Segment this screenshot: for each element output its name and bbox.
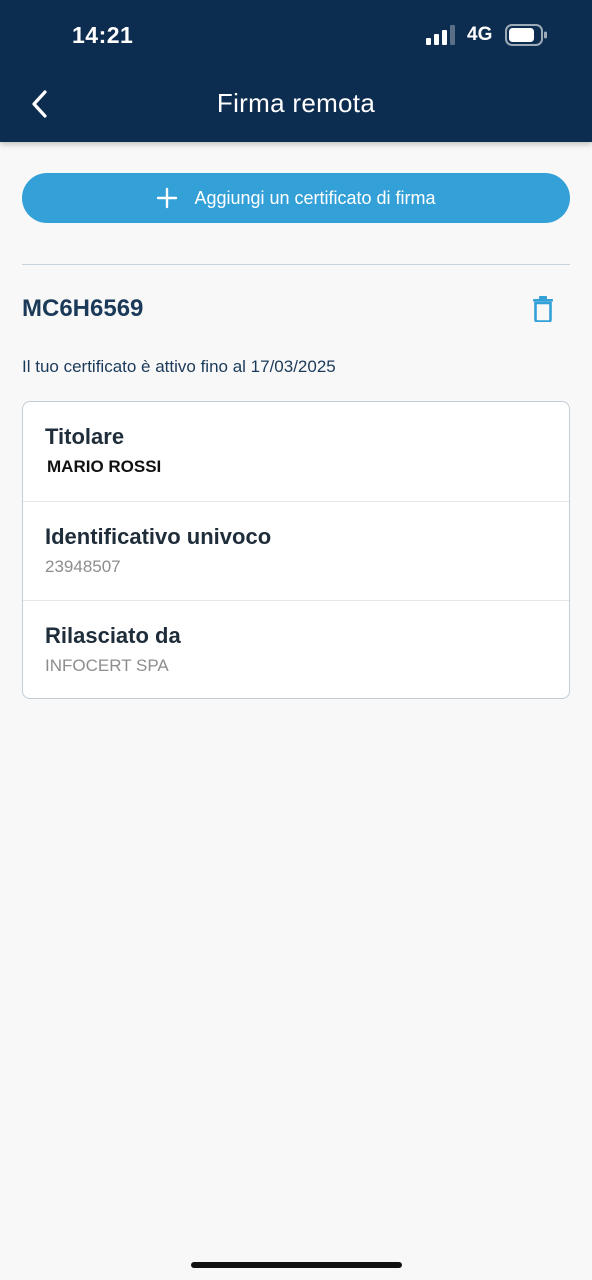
app-header: 14:21 4G Firma remota bbox=[0, 0, 592, 142]
unique-id-label: Identificativo univoco bbox=[45, 524, 272, 549]
certificate-details-card: Titolare MARIO ROSSI Identificativo univ… bbox=[22, 401, 570, 699]
plus-icon bbox=[157, 187, 178, 209]
home-indicator[interactable] bbox=[191, 1262, 402, 1268]
detail-row-holder: Titolare MARIO ROSSI bbox=[23, 402, 569, 501]
trash-icon bbox=[533, 296, 553, 322]
holder-label: Titolare bbox=[45, 424, 125, 449]
holder-value: MARIO ROSSI bbox=[47, 457, 162, 476]
section-divider bbox=[22, 264, 570, 265]
issuer-value: INFOCERT SPA bbox=[45, 656, 169, 675]
network-type: 4G bbox=[467, 24, 493, 45]
status-time: 14:21 bbox=[72, 22, 134, 48]
page-title: Firma remota bbox=[216, 88, 376, 118]
detail-row-issuer: Rilasciato da INFOCERT SPA bbox=[23, 600, 569, 698]
detail-row-unique-id: Identificativo univoco 23948507 bbox=[23, 501, 569, 600]
unique-id-value: 23948507 bbox=[45, 557, 121, 576]
battery-icon bbox=[505, 24, 547, 46]
certificate-code: MC6H6569 bbox=[22, 295, 144, 322]
issuer-label: Rilasciato da bbox=[45, 623, 181, 648]
add-certificate-button[interactable]: Aggiungi un certificato di firma bbox=[22, 173, 570, 223]
delete-certificate-button[interactable] bbox=[528, 294, 558, 324]
add-certificate-label: Aggiungi un certificato di firma bbox=[194, 187, 436, 208]
certificate-validity: Il tuo certificato è attivo fino al 17/0… bbox=[22, 357, 336, 376]
signal-strength-icon bbox=[426, 25, 455, 45]
